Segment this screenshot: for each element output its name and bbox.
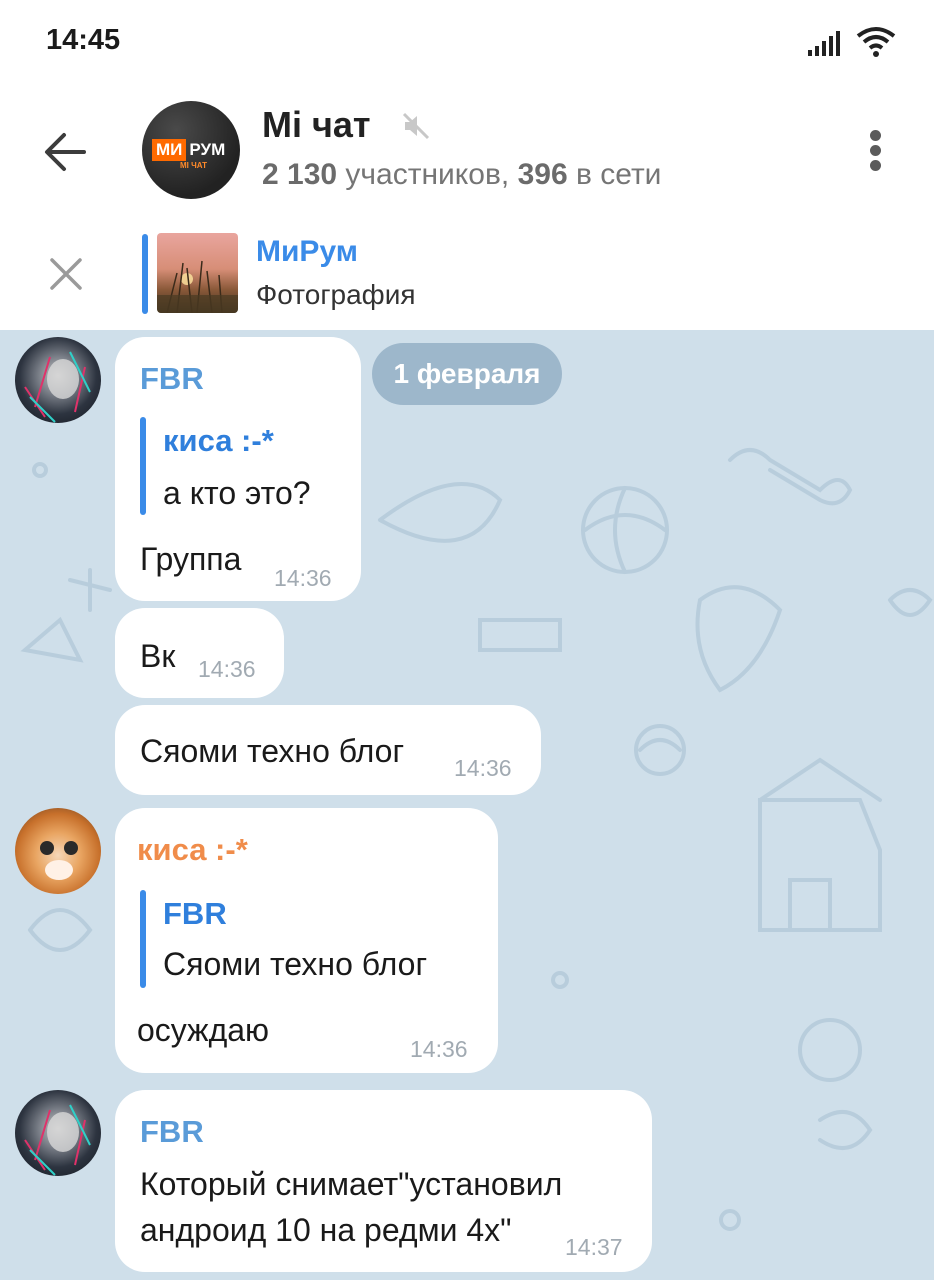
grass-photo-icon: [157, 260, 238, 313]
logo-text-rum: РУМ: [189, 140, 226, 159]
close-icon[interactable]: [44, 252, 88, 296]
more-vert-icon: [870, 130, 881, 141]
wifi-icon: [856, 27, 896, 57]
members-count: 2 130: [262, 158, 338, 191]
back-button[interactable]: [36, 122, 96, 182]
more-vert-dot: [870, 145, 881, 156]
status-bar: 14:45: [0, 0, 934, 80]
avatar-fbr[interactable]: [15, 337, 101, 423]
reply-accent-bar: [140, 417, 146, 515]
pinned-message-bar[interactable]: МиРум Фотография: [0, 220, 934, 330]
sender-name[interactable]: киса :-*: [137, 832, 248, 868]
message-bubble[interactable]: FBR киса :-* а кто это? Группа 14:36: [115, 337, 361, 601]
chat-members-status: 2 130 участников, 396 в сети: [262, 158, 661, 192]
chat-title[interactable]: Mi чат: [262, 104, 371, 146]
message-time: 14:36: [274, 565, 332, 591]
message-time: 14:37: [565, 1234, 623, 1260]
message-time: 14:36: [454, 755, 512, 781]
online-word: в сети: [575, 158, 662, 191]
chat-logo: МИ РУМ: [152, 139, 228, 161]
online-count: 396: [517, 158, 568, 191]
message-bubble[interactable]: FBR Который снимает"установил андроид 10…: [115, 1090, 652, 1272]
pinned-text: Фотография: [256, 279, 416, 310]
reply-name[interactable]: киса :-*: [163, 423, 274, 459]
logo-text-mi: МИ: [152, 139, 187, 161]
chat-header: МИ РУМ MI ЧАТ Mi чат 2 130 участников, 3…: [0, 80, 934, 220]
chat-avatar[interactable]: МИ РУМ MI ЧАТ: [142, 101, 240, 199]
message-text-line-1: Который снимает"установил: [140, 1166, 563, 1202]
members-word: участников,: [345, 158, 510, 191]
pinned-thumbnail: [157, 233, 238, 313]
date-separator: 1 февраля: [372, 343, 562, 405]
reply-accent-bar: [140, 890, 146, 988]
message-time: 14:36: [410, 1036, 468, 1062]
more-vert-dot: [870, 160, 881, 171]
muted-speaker-icon: [402, 112, 430, 140]
pinned-accent-bar: [142, 234, 148, 314]
message-time: 14:36: [198, 656, 256, 682]
cat-avatar-icon: [40, 841, 78, 880]
avatar-fbr[interactable]: [15, 1090, 101, 1176]
avatar-kisa[interactable]: [15, 808, 101, 894]
reply-text[interactable]: Сяоми техно блог: [163, 946, 427, 983]
sender-name[interactable]: FBR: [140, 361, 204, 397]
lion-avatar-icon: [24, 1104, 91, 1176]
logo-subtext: MI ЧАТ: [180, 161, 207, 170]
message-text: Сяоми техно блог: [140, 733, 405, 769]
reply-name[interactable]: FBR: [163, 896, 227, 932]
message-text: Группа: [140, 541, 242, 577]
message-bubble[interactable]: Сяоми техно блог 14:36: [115, 705, 541, 795]
status-time: 14:45: [46, 24, 121, 56]
arrow-left-icon: [45, 133, 86, 171]
message-bubble[interactable]: Вк: [115, 608, 284, 698]
status-icons: [806, 24, 896, 60]
chat-messages-area[interactable]: 1 февраля FBR киса :-* а кто это? Группа…: [0, 330, 934, 1280]
message-text: Вк: [140, 638, 176, 674]
reply-text[interactable]: а кто это?: [163, 475, 311, 512]
pinned-title: МиРум: [256, 235, 358, 268]
signal-icon: [808, 31, 840, 56]
more-menu-button[interactable]: [858, 124, 894, 176]
sender-name[interactable]: FBR: [140, 1114, 204, 1150]
message-text-line-2: андроид 10 на редми 4х": [140, 1212, 512, 1248]
message-text: осуждаю: [137, 1012, 270, 1048]
message-bubble[interactable]: киса :-* FBR Сяоми техно блог осуждаю 14…: [115, 808, 498, 1073]
lion-avatar-icon: [24, 351, 91, 423]
